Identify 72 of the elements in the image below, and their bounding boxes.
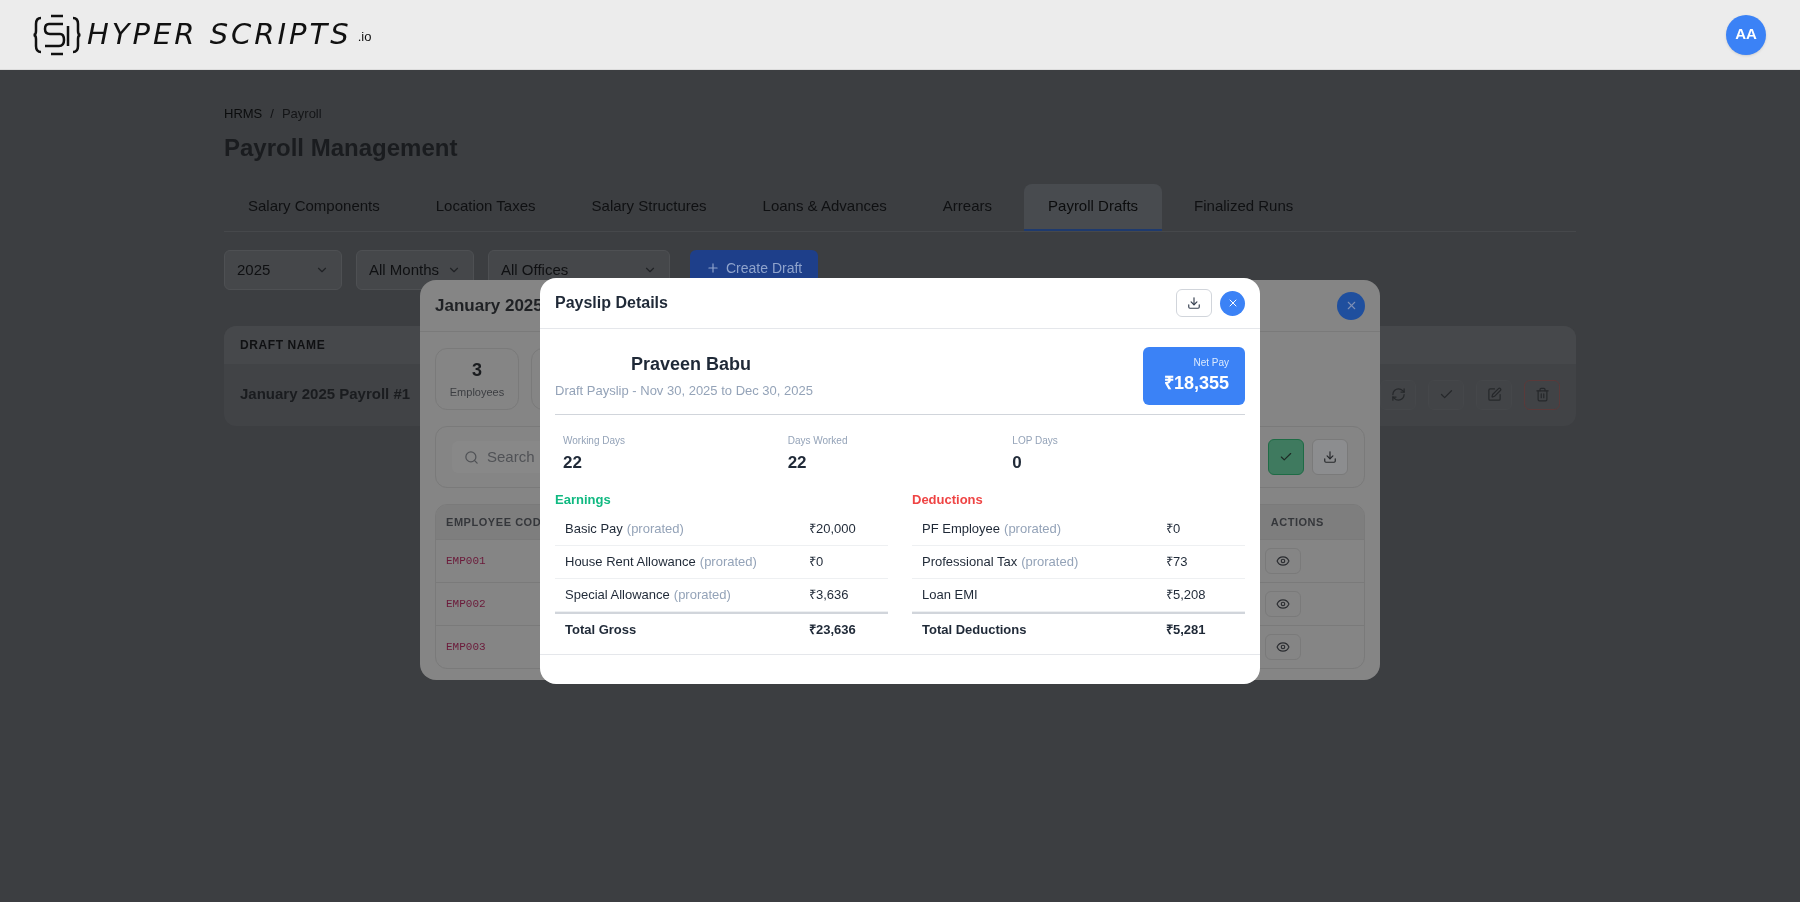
- line-item-label: Basic Pay: [565, 520, 623, 539]
- line-item-label: Loan EMI: [922, 586, 978, 605]
- download-icon: [1187, 296, 1201, 310]
- approve-button[interactable]: [1268, 439, 1304, 475]
- download-button[interactable]: [1312, 439, 1348, 475]
- plus-icon: [706, 260, 720, 275]
- logo-suffix: .io: [357, 27, 372, 46]
- line-item-amount: ₹0: [1166, 520, 1181, 539]
- line-item-note: (prorated): [699, 553, 757, 572]
- column-header: DRAFT NAME: [240, 336, 326, 354]
- net-pay-amount: ₹18,355: [1163, 372, 1229, 395]
- stat-label: Working Days: [563, 434, 627, 448]
- line-item-amount: ₹5,208: [1166, 586, 1206, 605]
- approve-button[interactable]: [1428, 379, 1464, 410]
- total-label: Total Gross: [565, 620, 638, 639]
- stat-value: 22: [563, 452, 583, 474]
- stat-label: Employees: [449, 385, 505, 401]
- trash-icon: [1534, 387, 1550, 402]
- logo-icon: [33, 13, 81, 56]
- close-button[interactable]: [1337, 291, 1365, 320]
- line-item-note: (prorated): [1004, 520, 1062, 539]
- line-item-note: (prorated): [626, 520, 684, 539]
- line-item-amount: ₹0: [809, 553, 824, 572]
- search-icon: [464, 449, 479, 465]
- user-avatar[interactable]: AA: [1726, 14, 1766, 55]
- section-title: Earnings: [555, 490, 612, 509]
- line-item-note: (prorated): [1021, 553, 1079, 572]
- close-button[interactable]: [1220, 290, 1245, 316]
- eye-icon: [1276, 597, 1290, 611]
- download-icon: [1323, 450, 1337, 464]
- line-item-label: PF Employee: [922, 520, 1001, 539]
- line-item-label: Professional Tax: [922, 553, 1018, 572]
- refresh-button[interactable]: [1380, 379, 1416, 410]
- edit-icon: [1486, 387, 1502, 402]
- line-item-label: House Rent Allowance: [565, 553, 696, 572]
- eye-icon: [1276, 554, 1290, 568]
- line-item-note: (prorated): [673, 586, 731, 605]
- view-button[interactable]: [1265, 548, 1301, 574]
- stat-label: Days Worked: [787, 434, 849, 448]
- employee-name: Praveen Babu: [631, 353, 753, 377]
- view-button[interactable]: [1265, 591, 1301, 617]
- stat-value: 0: [1012, 452, 1023, 474]
- net-pay-label: Net Pay: [1193, 356, 1229, 370]
- stat-label: LOP Days: [1012, 434, 1059, 448]
- line-item-amount: ₹20,000: [809, 520, 856, 539]
- breadcrumb-separator: /: [270, 105, 274, 123]
- tab[interactable]: Payroll Drafts: [1024, 183, 1163, 231]
- stat-value: 22: [787, 452, 808, 474]
- total-amount: ₹23,636: [809, 620, 856, 639]
- payslip-period: Draft Payslip - Nov 30, 2025 to Dec 30, 2025: [555, 382, 813, 401]
- check-icon: [1279, 450, 1293, 464]
- section-title: Deductions: [912, 490, 984, 509]
- total-amount: ₹5,281: [1166, 620, 1206, 639]
- employee-code: EMP002: [446, 596, 486, 612]
- employee-code: EMP001: [446, 553, 486, 569]
- line-item-label: Special Allowance: [565, 586, 670, 605]
- eye-icon: [1276, 640, 1290, 654]
- delete-button[interactable]: [1524, 379, 1560, 410]
- line-item-amount: ₹3,636: [809, 586, 849, 605]
- refresh-icon: [1390, 387, 1406, 402]
- line-item-amount: ₹73: [1166, 553, 1188, 572]
- view-button[interactable]: [1265, 634, 1301, 660]
- filter-select[interactable]: All Months: [356, 249, 474, 290]
- column-header: EMPLOYEE COD: [446, 514, 542, 530]
- total-label: Total Deductions: [922, 620, 1028, 639]
- column-header: ACTIONS: [1270, 514, 1324, 530]
- logo-text: HYPER SCRIPTS: [87, 15, 352, 53]
- modal-title: Payslip Details: [555, 293, 668, 313]
- edit-button[interactable]: [1476, 379, 1512, 410]
- employee-code: EMP003: [446, 639, 486, 655]
- filter-select[interactable]: 2025: [224, 249, 342, 290]
- stat-value: 3: [472, 359, 482, 383]
